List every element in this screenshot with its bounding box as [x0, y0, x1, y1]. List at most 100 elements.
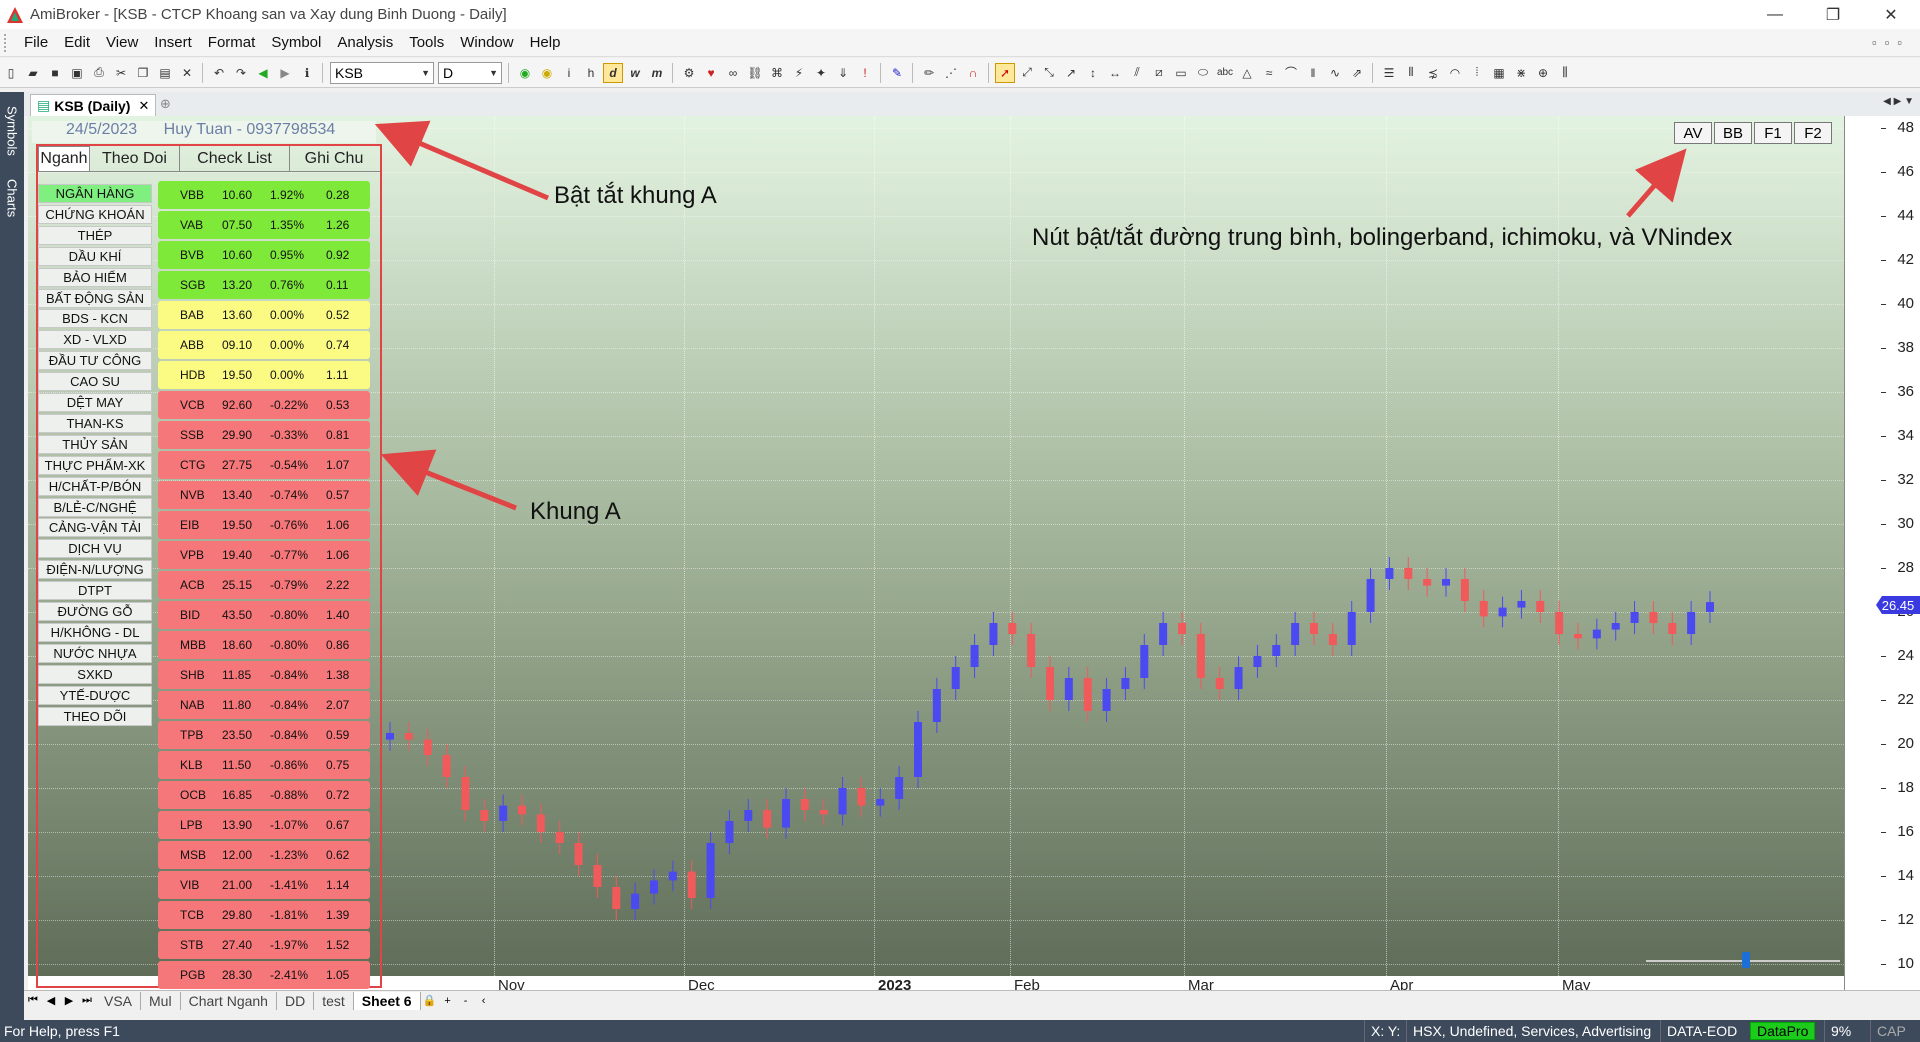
stock-row[interactable]: STB 27.40 -1.97% 1.52 — [158, 931, 370, 959]
last-sheet-icon[interactable]: ⏭ — [78, 994, 96, 1007]
lock-icon[interactable]: 🔒 — [421, 994, 439, 1007]
panel-header[interactable]: 24/5/2023 Huy Tuan - 0937798534 — [32, 121, 376, 143]
stock-row[interactable]: HDB 19.50 0.00% 1.11 — [158, 361, 370, 389]
av-button[interactable]: AV — [1674, 122, 1712, 144]
stock-row[interactable]: EIB 19.50 -0.76% 1.06 — [158, 511, 370, 539]
stock-row[interactable]: ACB 25.15 -0.79% 2.22 — [158, 571, 370, 599]
forward-icon[interactable]: ▶ — [275, 63, 295, 83]
sector-item[interactable]: H/KHÔNG - DL — [38, 622, 152, 642]
ext-icon[interactable]: ⦙ — [1467, 63, 1487, 83]
sector-item[interactable]: DỊCH VỤ — [38, 539, 152, 559]
hourly-icon[interactable]: h — [581, 63, 601, 83]
menu-file[interactable]: File — [16, 34, 56, 51]
sector-item[interactable]: XD - VLXD — [38, 330, 152, 350]
cut-icon[interactable]: ✂ — [111, 63, 131, 83]
menu-analysis[interactable]: Analysis — [329, 34, 401, 51]
sheet-tab-test[interactable]: test — [314, 991, 354, 1010]
glasses-icon[interactable]: ∞ — [723, 63, 743, 83]
sector-item[interactable]: CHỨNG KHOÁN — [38, 204, 152, 224]
sector-item[interactable]: BẢO HIỂM — [38, 267, 152, 287]
arrow-up-icon[interactable]: ⇗ — [1347, 63, 1367, 83]
sector-item[interactable]: DỆT MAY — [38, 393, 152, 412]
save-all-icon[interactable]: ▣ — [67, 63, 87, 83]
stock-row[interactable]: BVB 10.60 0.95% 0.92 — [158, 241, 370, 269]
trendline-icon[interactable]: ⤢ — [1017, 63, 1037, 83]
arc-icon[interactable]: ⌒ — [1281, 63, 1301, 83]
sector-item[interactable]: YTẾ-DƯỢC — [38, 685, 152, 705]
grid-icon[interactable]: ▦ — [1489, 63, 1509, 83]
explore-icon[interactable]: ⚡ — [789, 63, 809, 83]
heart-icon[interactable]: ♥ — [701, 63, 721, 83]
sector-item[interactable]: ĐƯỜNG GỖ — [38, 602, 152, 621]
sheet-tab-mul[interactable]: Mul — [141, 991, 181, 1010]
minimize-button[interactable]: — — [1746, 0, 1804, 29]
magic-icon[interactable]: ✦ — [811, 63, 831, 83]
stock-row[interactable]: VCB 92.60 -0.22% 0.53 — [158, 391, 370, 419]
sector-item[interactable]: CẢNG-VẬN TẢI — [38, 518, 152, 538]
close-button[interactable]: ✕ — [1862, 0, 1920, 29]
stock-row[interactable]: PGB 28.30 -2.41% 1.05 — [158, 961, 370, 989]
tab-check-list[interactable]: Check List — [180, 146, 290, 171]
menu-tools[interactable]: Tools — [401, 34, 452, 51]
fib-retracement-icon[interactable]: ☰ — [1379, 63, 1399, 83]
stock-row[interactable]: MBB 18.60 -0.80% 0.86 — [158, 631, 370, 659]
delete-icon[interactable]: ✕ — [177, 63, 197, 83]
zigzag-icon[interactable]: ≈ — [1259, 63, 1279, 83]
stock-row[interactable]: TCB 29.80 -1.81% 1.39 — [158, 901, 370, 929]
new-file-icon[interactable]: ▯ — [1, 63, 21, 83]
dotted-line-icon[interactable]: ⋰ — [941, 63, 961, 83]
sector-item[interactable]: NGÂN HÀNG — [38, 184, 152, 203]
tab-ghi-chu[interactable]: Ghi Chu — [290, 146, 378, 171]
fibonacci-icon[interactable]: ‖ — [1303, 63, 1323, 83]
color-pen-icon[interactable]: ✎ — [887, 63, 907, 83]
interval-combobox[interactable]: D ▼ — [438, 61, 502, 84]
stock-row[interactable]: BID 43.50 -0.80% 1.40 — [158, 601, 370, 629]
stock-row[interactable]: OCB 16.85 -0.88% 0.72 — [158, 781, 370, 809]
sector-item[interactable]: THỦY SẢN — [38, 434, 152, 454]
doc-tab-ksb[interactable]: ▤ KSB (Daily) ✕ — [30, 94, 157, 116]
zoom-slider[interactable] — [1646, 952, 1840, 970]
text-icon[interactable]: abc — [1215, 63, 1235, 83]
stock-row[interactable]: TPB 23.50 -0.84% 0.59 — [158, 721, 370, 749]
monthly-button[interactable]: m — [647, 63, 667, 83]
redo-icon[interactable]: ↷ — [231, 63, 251, 83]
sheet-tab-sheet6[interactable]: Sheet 6 — [353, 991, 421, 1010]
info-icon[interactable]: ℹ — [297, 63, 317, 83]
symbol-combobox[interactable]: KSB ▼ — [330, 61, 434, 84]
vertical-line-icon[interactable]: ↕ — [1083, 63, 1103, 83]
stock-row[interactable]: VBB 10.60 1.92% 0.28 — [158, 181, 370, 209]
stock-row[interactable]: SHB 11.85 -0.84% 1.38 — [158, 661, 370, 689]
f2-button[interactable]: F2 — [1794, 122, 1832, 144]
menu-window[interactable]: Window — [452, 34, 521, 51]
sector-item[interactable]: ĐẦU TƯ CÔNG — [38, 351, 152, 371]
symbols-tab[interactable]: Symbols — [0, 96, 24, 166]
sector-item[interactable]: THEO DÕI — [38, 706, 152, 726]
sheet-tab-vsa[interactable]: VSA — [96, 991, 142, 1010]
bb-button[interactable]: BB — [1714, 122, 1752, 144]
world-icon[interactable]: ◉ — [537, 63, 557, 83]
andrews-icon[interactable]: ⫼ — [1555, 63, 1575, 83]
sector-item[interactable]: H/CHẤT-P/BÓN — [38, 476, 152, 496]
alert-icon[interactable]: ! — [855, 63, 875, 83]
copy-icon[interactable]: ❐ — [133, 63, 153, 83]
gann-icon[interactable]: ⋇ — [1511, 63, 1531, 83]
sector-item[interactable]: B/LẺ-C/NGHỆ — [38, 497, 152, 517]
menu-view[interactable]: View — [98, 34, 146, 51]
restore-button[interactable]: ❐ — [1804, 0, 1862, 29]
new-tab-icon[interactable]: ⊕ — [160, 96, 171, 112]
arcs-icon[interactable]: ◠ — [1445, 63, 1465, 83]
scan-icon[interactable]: ⌘ — [767, 63, 787, 83]
ray-icon[interactable]: ⤡ — [1039, 63, 1059, 83]
select-arrow-icon[interactable]: ➚ — [995, 62, 1015, 83]
sector-item[interactable]: DẦU KHÍ — [38, 246, 152, 266]
sector-item[interactable]: SXKD — [38, 664, 152, 684]
intraday-icon[interactable]: i — [559, 63, 579, 83]
close-tab-icon[interactable]: ✕ — [138, 98, 149, 114]
menu-help[interactable]: Help — [522, 34, 569, 51]
menu-insert[interactable]: Insert — [146, 34, 200, 51]
channel-icon[interactable]: ⧄ — [1149, 63, 1169, 83]
sector-item[interactable]: THAN-KS — [38, 413, 152, 433]
add-sheet-icon[interactable]: + — [439, 995, 457, 1007]
tab-theo-doi[interactable]: Theo Doi — [90, 146, 180, 171]
sector-item[interactable]: CAO SU — [38, 372, 152, 392]
